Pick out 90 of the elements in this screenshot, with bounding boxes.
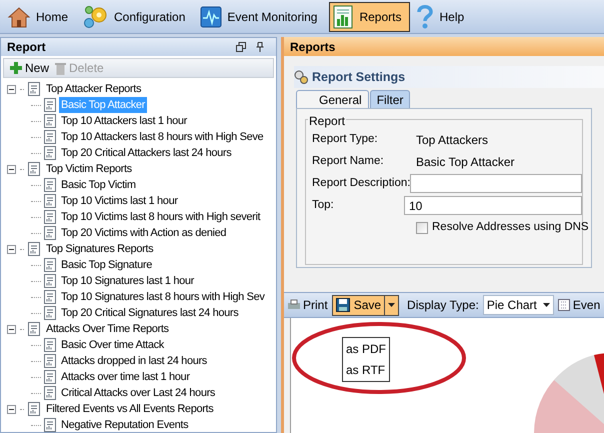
document-icon xyxy=(44,210,56,224)
panel-title: Reports xyxy=(290,38,336,56)
tree-group-label[interactable]: Top Signatures Reports xyxy=(44,240,156,258)
document-icon xyxy=(44,370,56,384)
tree-item[interactable]: Top 10 Signatures last 1 hour xyxy=(59,272,196,290)
tree-group-label[interactable]: Filtered Events vs All Events Reports xyxy=(44,400,216,418)
pin-icon[interactable] xyxy=(256,42,264,52)
save-button[interactable]: Save xyxy=(332,294,386,316)
tree-item[interactable]: Top 10 Victims last 8 hours with High severit xyxy=(59,208,262,226)
question-mark-icon xyxy=(416,4,434,30)
document-icon xyxy=(44,354,56,368)
tree-item[interactable]: Top 10 Attackers last 8 hours with High Seve xyxy=(59,128,266,146)
panel-title: Report xyxy=(7,39,47,56)
gears-icon xyxy=(294,70,308,84)
tree-item[interactable]: Critical Attacks over Last 24 hours xyxy=(59,384,218,402)
menu-item[interactable]: as PDF xyxy=(346,340,386,358)
grid-icon xyxy=(558,299,570,311)
waveform-icon xyxy=(200,6,222,28)
tree-group-label[interactable]: Top Victim Reports xyxy=(44,160,134,178)
document-icon xyxy=(44,114,56,128)
tab[interactable]: Filter xyxy=(370,90,410,108)
tree-item[interactable]: Top 10 Signatures last 8 hours with High Sev xyxy=(59,288,266,306)
field-value: Basic Top Attacker xyxy=(416,154,514,170)
tree-item[interactable]: Negative Reputation Events xyxy=(59,416,190,432)
tree-item[interactable]: Basic Top Victim xyxy=(59,176,138,194)
field-value: Top Attackers xyxy=(416,132,488,148)
tree-item[interactable]: Top 10 Attackers last 1 hour xyxy=(59,112,189,130)
tree-item[interactable]: Top 20 Critical Signatures last 24 hours xyxy=(59,304,240,322)
collapse-icon[interactable] xyxy=(7,404,16,414)
field-label: Report Name: xyxy=(312,154,385,169)
toolbar-button[interactable]: Configuration xyxy=(80,2,194,32)
text-field[interactable]: 10 xyxy=(404,196,582,215)
document-icon xyxy=(44,338,56,352)
document-icon xyxy=(28,162,40,176)
house-icon xyxy=(7,6,31,28)
toolbar-button[interactable]: Home xyxy=(4,2,78,32)
document-icon xyxy=(28,402,40,416)
document-icon xyxy=(44,194,56,208)
print-button[interactable]: Print xyxy=(288,296,328,314)
tab[interactable]: General xyxy=(296,90,369,108)
gears-icon xyxy=(83,4,110,28)
tree-group-label[interactable]: Attacks Over Time Reports xyxy=(44,320,171,338)
document-icon xyxy=(44,226,56,240)
document-icon xyxy=(44,178,56,192)
collapse-icon[interactable] xyxy=(7,244,16,254)
caret-icon xyxy=(542,303,550,307)
tree-item[interactable]: Top 20 Victims with Action as denied xyxy=(59,224,228,242)
display-type-label: Display Type: xyxy=(407,297,479,314)
checkbox[interactable] xyxy=(416,222,428,234)
printer-icon xyxy=(288,299,300,311)
collapse-icon[interactable] xyxy=(7,84,16,94)
tree-group-label[interactable]: Top Attacker Reports xyxy=(44,80,144,98)
caret-icon xyxy=(388,303,396,307)
report-chart-icon xyxy=(332,4,354,28)
plus-icon xyxy=(10,62,22,74)
text-field[interactable] xyxy=(410,174,582,193)
field-label: Report Type: xyxy=(312,132,379,147)
tree-item[interactable]: Top 10 Victims last 1 hour xyxy=(59,192,180,210)
document-icon xyxy=(44,290,56,304)
tree-item[interactable]: Attacks dropped in last 24 hours xyxy=(59,352,209,370)
tree-item[interactable]: Basic Top Signature xyxy=(59,256,154,274)
document-icon xyxy=(44,98,56,112)
document-icon xyxy=(28,242,40,256)
dropdown-arrow-button[interactable] xyxy=(385,294,400,316)
new-button[interactable]: New xyxy=(10,59,50,77)
document-icon xyxy=(44,258,56,272)
field-label: Report Description: xyxy=(312,176,410,191)
tree-item[interactable]: Top 20 Critical Attackers last 24 hours xyxy=(59,144,234,162)
document-icon xyxy=(44,130,56,144)
trash-icon xyxy=(55,62,66,74)
toolbar-button[interactable]: Event Monitoring xyxy=(197,2,326,32)
document-icon xyxy=(44,386,56,400)
collapse-icon[interactable] xyxy=(7,164,16,174)
display-type-dropdown[interactable]: Pie Chart xyxy=(482,295,554,315)
toolbar-button[interactable]: Reports xyxy=(329,2,410,32)
section-title: Report Settings xyxy=(312,68,406,86)
tree-item[interactable]: Basic Over time Attack xyxy=(59,336,166,354)
tree-item[interactable]: Attacks over time last 1 hour xyxy=(59,368,192,386)
checkbox-label: Resolve Addresses using DNS xyxy=(432,220,589,235)
document-icon xyxy=(28,82,40,96)
restore-icon[interactable] xyxy=(236,42,246,52)
menu-item[interactable]: as RTF xyxy=(346,361,386,379)
document-icon xyxy=(44,306,56,320)
events-button[interactable]: Even xyxy=(558,296,600,314)
document-icon xyxy=(44,274,56,288)
document-icon xyxy=(44,146,56,160)
field-label: Top: xyxy=(312,198,335,213)
toolbar-button[interactable]: Help xyxy=(413,2,474,32)
document-icon xyxy=(28,322,40,336)
collapse-icon[interactable] xyxy=(7,324,16,334)
